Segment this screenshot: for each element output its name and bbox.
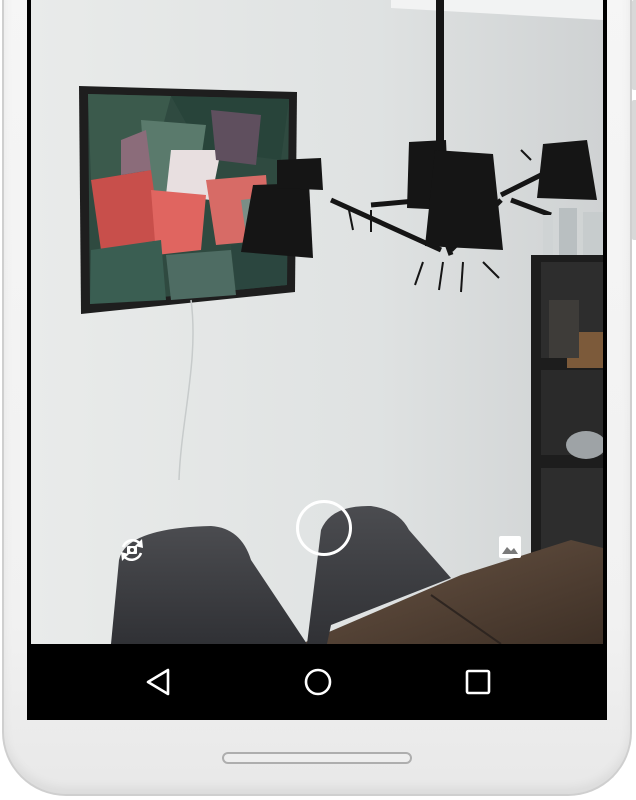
square-recents-icon <box>465 669 491 695</box>
image-icon <box>499 536 521 558</box>
phone-frame <box>0 0 636 800</box>
home-indicator-pill <box>222 752 412 764</box>
camera-switch-icon <box>121 538 143 562</box>
home-button[interactable] <box>298 662 338 702</box>
gallery-button[interactable] <box>497 534 523 560</box>
back-button[interactable] <box>138 662 178 702</box>
system-navigation-bar <box>27 644 607 720</box>
power-button <box>632 100 636 240</box>
camera-viewfinder[interactable] <box>31 0 603 644</box>
shutter-button[interactable] <box>296 500 352 556</box>
volume-button <box>632 0 636 90</box>
circle-home-icon <box>304 668 332 696</box>
recents-button[interactable] <box>458 662 498 702</box>
triangle-back-icon <box>146 668 170 696</box>
phone-screen <box>27 0 607 720</box>
bookshelf <box>531 208 603 585</box>
switch-camera-button[interactable] <box>115 533 149 567</box>
